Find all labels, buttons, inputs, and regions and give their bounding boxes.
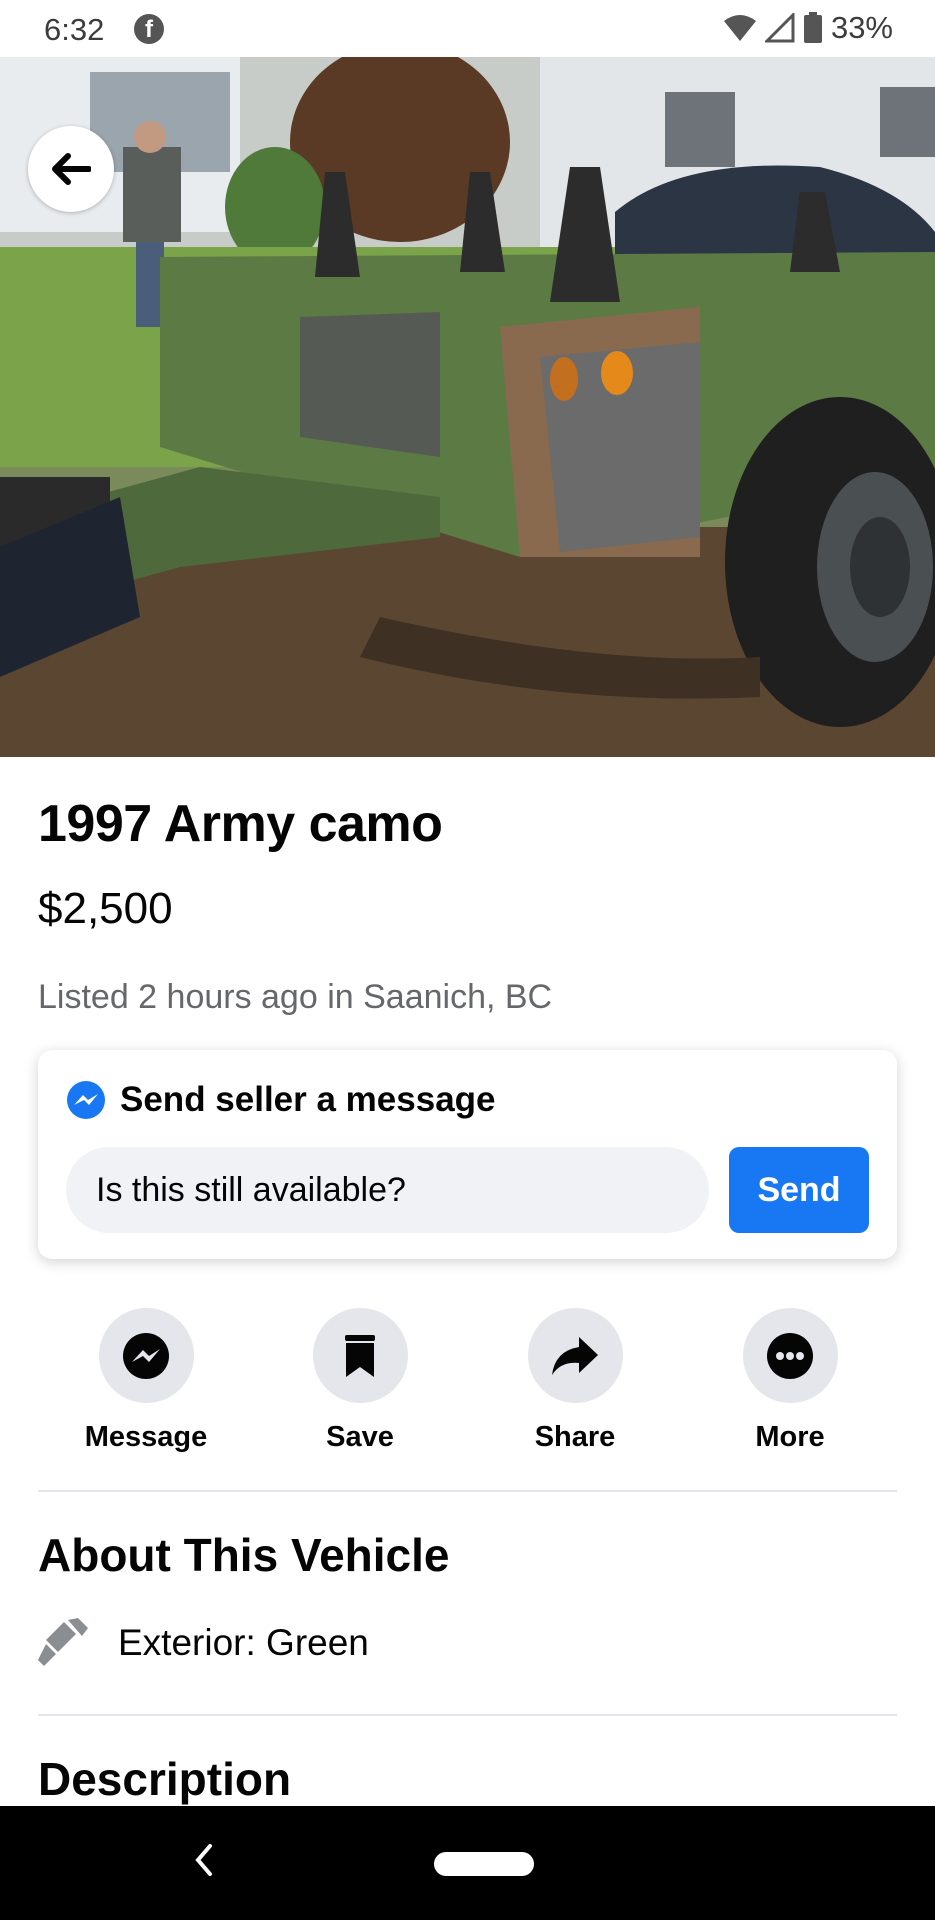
share-icon: [552, 1336, 598, 1375]
facebook-icon: f: [134, 14, 164, 44]
share-button[interactable]: [527, 1308, 623, 1403]
status-bar: 6:32 f 33%: [0, 0, 935, 57]
message-card-header: Send seller a message: [66, 1080, 496, 1120]
about-exterior-row: Exterior: Green: [38, 1618, 369, 1668]
messenger-icon: [67, 1081, 105, 1119]
listing-title: 1997 Army camo: [38, 795, 443, 853]
message-button[interactable]: [98, 1308, 194, 1403]
signal-icon: [764, 13, 795, 43]
more-label: More: [755, 1421, 825, 1453]
more-action[interactable]: More: [690, 1308, 890, 1454]
status-time: 6:32: [44, 12, 105, 47]
messenger-icon: [123, 1332, 169, 1379]
message-card-heading: Send seller a message: [120, 1080, 496, 1119]
trailer-photo: [0, 57, 935, 757]
description-title: Description: [38, 1753, 292, 1805]
listing-photo[interactable]: [0, 57, 935, 757]
message-action[interactable]: Message: [46, 1308, 246, 1454]
save-action[interactable]: Save: [260, 1308, 460, 1454]
save-button[interactable]: [312, 1308, 408, 1403]
battery-icon: [803, 12, 822, 43]
exterior-color: Exterior: Green: [118, 1622, 369, 1663]
system-nav-bar: [0, 1806, 935, 1920]
send-button[interactable]: Send: [729, 1147, 869, 1233]
share-label: Share: [534, 1421, 616, 1453]
message-input[interactable]: Is this still available?: [66, 1147, 709, 1233]
more-button[interactable]: [742, 1308, 838, 1403]
listing-meta: Listed 2 hours ago in Saanich, BC: [38, 978, 553, 1016]
wifi-icon: [723, 15, 756, 41]
about-title: About This Vehicle: [38, 1529, 450, 1581]
share-action[interactable]: Share: [475, 1308, 675, 1454]
nav-back-icon[interactable]: [192, 1842, 214, 1878]
action-row: Message Save Share More: [0, 1308, 935, 1458]
bookmark-icon: [345, 1334, 375, 1377]
divider: [38, 1714, 897, 1716]
more-icon: [767, 1332, 813, 1379]
battery-level: 33%: [830, 10, 893, 45]
message-label: Message: [84, 1421, 208, 1453]
nav-home-pill[interactable]: [434, 1852, 534, 1876]
send-message-card: Send seller a message Is this still avai…: [38, 1050, 897, 1259]
save-label: Save: [326, 1421, 394, 1453]
arrow-left-icon: [52, 153, 91, 185]
paintbrush-icon: [38, 1618, 88, 1666]
back-button[interactable]: [28, 126, 114, 212]
status-icons: 33%: [723, 10, 893, 46]
divider: [38, 1490, 897, 1492]
listing-price: $2,500: [38, 884, 173, 933]
